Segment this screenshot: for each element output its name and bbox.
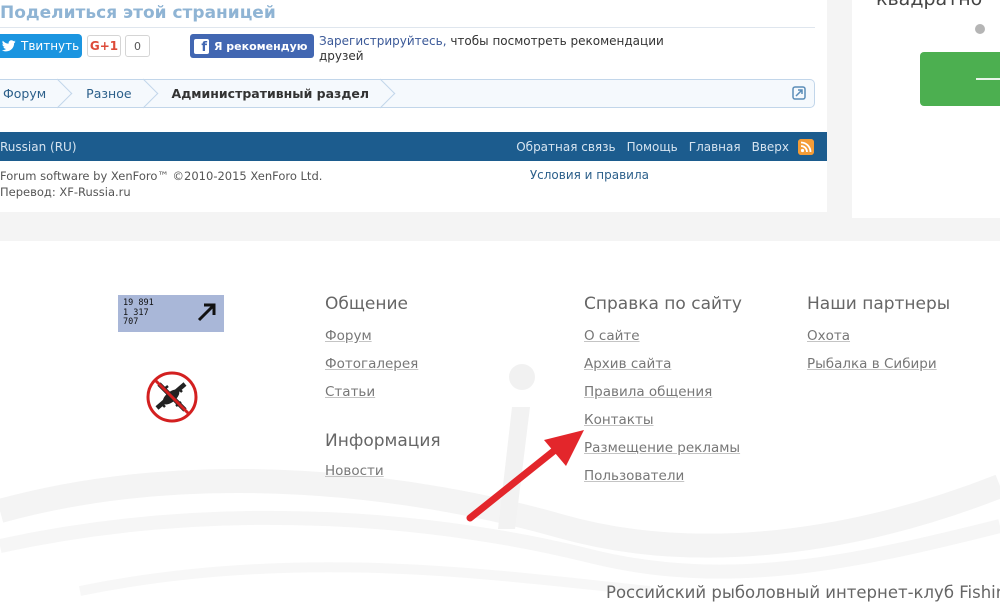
forum-area: Поделиться этой страницей Твитнуть G+1 0…	[0, 0, 1000, 241]
footer-link-top[interactable]: Вверх	[752, 140, 789, 154]
copyright-line-software: Forum software by XenForo™ ©2010-2015 Xe…	[0, 169, 323, 183]
footer-link-photogallery[interactable]: Фотогалерея	[325, 356, 418, 372]
terms-link[interactable]: Условия и правила	[530, 168, 649, 182]
footer-link-help[interactable]: Помощь	[627, 140, 678, 154]
jump-to-icon[interactable]	[792, 86, 806, 100]
share-divider	[0, 27, 815, 28]
facebook-register-note: Зарегистрируйтесь, чтобы посмотреть реко…	[319, 34, 679, 64]
sidebar-widget: квадратно	[852, 0, 1000, 218]
red-annotation-arrow	[466, 430, 584, 522]
copyright-notice: Forum software by XenForo™ ©2010-2015 Xe…	[0, 168, 322, 200]
breadcrumb: Форум Разное Административный раздел	[0, 79, 815, 108]
column-title-partners: Наши партнеры	[807, 294, 951, 314]
sidebar-green-button[interactable]	[920, 52, 1000, 106]
footer-link-rules[interactable]: Правила общения	[584, 384, 742, 400]
minus-icon	[976, 78, 1000, 80]
footer-link-hunting[interactable]: Охота	[807, 328, 950, 344]
forum-content-panel: Поделиться этой страницей Твитнуть G+1 0…	[0, 0, 827, 212]
site-tagline: Российский рыболовный интернет-клуб Fish…	[606, 583, 1000, 602]
google-plus-count: 0	[125, 35, 150, 57]
footer-column-site-help: Справка по сайту О сайте Архив сайта Пра…	[584, 294, 742, 484]
counter-line-3: 707	[123, 317, 139, 327]
footer-link-advertising[interactable]: Размещение рекламы	[584, 440, 742, 456]
footer-column-information: Информация Новости	[325, 431, 441, 479]
tweet-label: Твитнуть	[21, 39, 80, 53]
rss-icon[interactable]	[798, 139, 814, 155]
copyright-line-translation: Перевод: XF-Russia.ru	[0, 185, 131, 199]
footer-link-siberia-fishing[interactable]: Рыбалка в Сибири	[807, 356, 950, 372]
breadcrumb-item-misc[interactable]: Разное	[70, 80, 155, 107]
footer-link-news[interactable]: Новости	[325, 463, 441, 479]
arrow-up-right-icon	[197, 303, 216, 322]
sidebar-partial-text: квадратно	[876, 0, 982, 10]
visit-counter[interactable]: 19 891 1 317 707	[118, 295, 224, 332]
facebook-icon: f	[194, 38, 209, 54]
facebook-recommend-button[interactable]: f Я рекомендую	[190, 34, 314, 58]
footer-column-communication: Общение Форум Фотогалерея Статьи	[325, 294, 418, 400]
footer-link-about[interactable]: О сайте	[584, 328, 742, 344]
facebook-register-link[interactable]: Зарегистрируйтесь,	[319, 34, 447, 48]
tweet-button[interactable]: Твитнуть	[0, 34, 82, 58]
footer-link-contacts[interactable]: Контакты	[584, 412, 742, 428]
footer-link-feedback[interactable]: Обратная связь	[516, 140, 615, 154]
column-title-site-help: Справка по сайту	[584, 294, 742, 314]
breadcrumb-item-forum[interactable]: Форум	[0, 80, 70, 107]
footer-link-users[interactable]: Пользователи	[584, 468, 742, 484]
footer-links: Обратная связь Помощь Главная Вверх	[516, 132, 789, 161]
breadcrumb-item-admin-section[interactable]: Административный раздел	[156, 80, 394, 107]
footer-column-partners: Наши партнеры Охота Рыбалка в Сибири	[807, 294, 950, 372]
forum-footer-bar: Russian (RU) Обратная связь Помощь Главн…	[0, 132, 827, 161]
google-plus-button[interactable]: G+1	[87, 35, 121, 57]
site-footer: 19 891 1 317 707 Общение Форум Фотогалер…	[0, 241, 1000, 611]
footer-link-archive[interactable]: Архив сайта	[584, 356, 742, 372]
column-title-communication: Общение	[325, 294, 408, 314]
no-weapons-badge-icon[interactable]	[145, 370, 199, 424]
facebook-recommend-label: Я рекомендую	[214, 39, 308, 53]
counter-numbers: 19 891 1 317 707	[123, 298, 154, 328]
twitter-bird-icon	[2, 40, 16, 52]
footer-link-home[interactable]: Главная	[689, 140, 741, 154]
share-page-title: Поделиться этой страницей	[0, 3, 276, 23]
footer-link-forum[interactable]: Форум	[325, 328, 418, 344]
language-chooser[interactable]: Russian (RU)	[0, 140, 77, 154]
footer-link-articles[interactable]: Статьи	[325, 384, 418, 400]
sidebar-radio-dot[interactable]	[975, 24, 985, 34]
column-title-information: Информация	[325, 431, 441, 451]
